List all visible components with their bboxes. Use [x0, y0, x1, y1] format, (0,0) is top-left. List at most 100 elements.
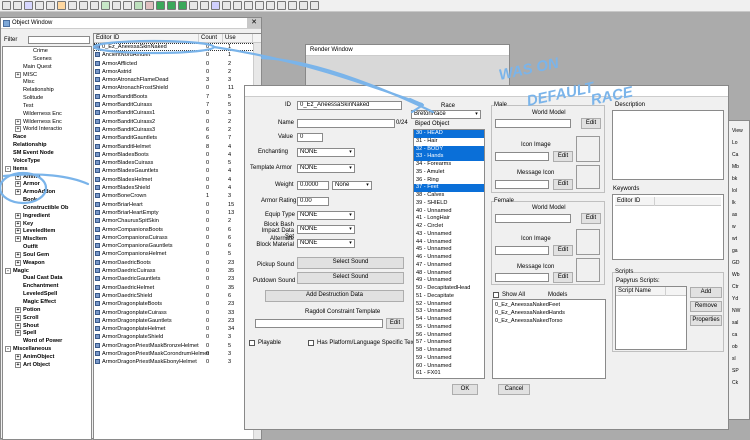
- biped-slot-item[interactable]: 61 - FX01: [414, 370, 484, 378]
- expand-icon[interactable]: +: [15, 118, 21, 125]
- tree-item[interactable]: + Potion: [3, 306, 91, 315]
- enchanting-select[interactable]: NONE ▾: [297, 148, 355, 157]
- expand-icon[interactable]: +: [15, 314, 21, 321]
- female-world-model-field[interactable]: [495, 214, 571, 223]
- tree-item[interactable]: Race: [3, 134, 91, 142]
- female-icon-edit-button[interactable]: Edit: [553, 245, 573, 256]
- tree-item[interactable]: + Armor: [3, 181, 91, 189]
- table-row[interactable]: ArmorDragonPriestMaskCorondrumHelmet 0 3: [94, 350, 261, 358]
- male-icon-image-field[interactable]: [495, 152, 549, 161]
- biped-slot-item[interactable]: 52 - Unnamed: [414, 301, 484, 309]
- tree-item[interactable]: Book: [3, 197, 91, 205]
- table-row[interactable]: ArmorBanditHelmet 8 4: [94, 143, 261, 151]
- biped-slot-item[interactable]: 44 - Unnamed: [414, 239, 484, 247]
- equip-type-select[interactable]: NONE ▾: [297, 211, 355, 220]
- male-message-icon-field[interactable]: [495, 180, 549, 189]
- biped-slot-item[interactable]: 49 - Unnamed: [414, 277, 484, 285]
- expand-icon[interactable]: +: [15, 236, 21, 243]
- biped-slot-item[interactable]: 48 - Unnamed: [414, 270, 484, 278]
- biped-slot-item[interactable]: 30 - HEAD: [414, 130, 484, 138]
- biped-slot-item[interactable]: 58 - Unnamed: [414, 347, 484, 355]
- remove-script-button[interactable]: Remove: [690, 301, 722, 312]
- keywords-list[interactable]: Editor ID: [612, 194, 724, 260]
- table-row[interactable]: ArmorDragonPriestMaskBronzeHelmet 0 5: [94, 342, 261, 350]
- table-row[interactable]: ArmorAtronachFrostShield 0 11: [94, 84, 261, 92]
- biped-slot-item[interactable]: 43 - Unnamed: [414, 231, 484, 239]
- keywords-header[interactable]: Editor ID: [615, 197, 721, 206]
- scripts-list[interactable]: Script Name: [615, 286, 687, 350]
- toolbar-button-icon[interactable]: [233, 1, 242, 10]
- armor-rating-field[interactable]: 0.00: [297, 197, 329, 206]
- female-world-model-edit-button[interactable]: Edit: [581, 213, 601, 224]
- table-row[interactable]: ArmorAfflicted 0 2: [94, 60, 261, 68]
- models-list[interactable]: 0_Ez_AneessaNakedFeet 0_Ez_AneessaNakedHa…: [492, 299, 606, 379]
- add-destruction-data-button[interactable]: Add Destruction Data: [265, 290, 404, 302]
- biped-slot-item[interactable]: 60 - Unnamed: [414, 363, 484, 371]
- script-properties-button[interactable]: Properties: [690, 315, 722, 326]
- alternate-block-select[interactable]: NONE ▾: [297, 239, 355, 248]
- biped-slot-item[interactable]: 51 - Decapitate: [414, 293, 484, 301]
- toolbar-button-icon[interactable]: [35, 1, 44, 10]
- biped-slot-item[interactable]: 42 - Circlet: [414, 223, 484, 231]
- add-script-button[interactable]: Add: [690, 287, 722, 298]
- collapse-icon[interactable]: -: [5, 267, 11, 274]
- table-row[interactable]: ArmorDragonPriestMaskEbonyHelmet 0 3: [94, 358, 261, 366]
- expand-icon[interactable]: +: [15, 228, 21, 235]
- scripts-header[interactable]: Script Name: [616, 287, 686, 296]
- table-row[interactable]: ArmorDragonplateHelmet 0 34: [94, 325, 261, 333]
- expand-icon[interactable]: +: [15, 251, 21, 258]
- template-armor-select[interactable]: NONE ▾: [297, 164, 355, 173]
- model-item[interactable]: 0_Ez_AneessaNakedFeet: [495, 301, 603, 309]
- collapse-icon[interactable]: -: [5, 165, 11, 172]
- tree-item[interactable]: + Spell: [3, 330, 91, 338]
- right-side-window[interactable]: View Lo Ca Mb bk lol lk as w wt ga GD Wb Ctr Yd NW sal ca…: [728, 120, 750, 420]
- toolbar-button-icon[interactable]: [266, 1, 275, 10]
- tree-item[interactable]: Relationship: [3, 142, 91, 150]
- expand-icon[interactable]: +: [15, 212, 21, 219]
- toolbar-button-icon[interactable]: [277, 1, 286, 10]
- expand-icon[interactable]: +: [15, 330, 21, 337]
- tree-item[interactable]: + Soul Gem: [3, 251, 91, 260]
- toolbar-button-icon[interactable]: [134, 1, 143, 10]
- biped-slot-item[interactable]: 45 - Unnamed: [414, 246, 484, 254]
- table-row[interactable]: ArmorDaedricCuirass 0 35: [94, 267, 261, 275]
- tree-item[interactable]: Scenes: [3, 56, 91, 64]
- toolbar-button-icon[interactable]: [90, 1, 99, 10]
- tree-item[interactable]: + World Interactio: [3, 126, 91, 134]
- ragdoll-edit-button[interactable]: Edit: [386, 318, 404, 329]
- tree-item[interactable]: Word of Power: [3, 338, 91, 346]
- object-list-header[interactable]: Editor ID Count Use: [94, 34, 261, 43]
- table-row[interactable]: ArmorDragonplateCuirass 0 33: [94, 309, 261, 317]
- table-row[interactable]: ArmorDaedricHelmet 0 35: [94, 284, 261, 292]
- tree-item[interactable]: Constructible Ob: [3, 205, 91, 213]
- close-icon[interactable]: ✕: [247, 18, 261, 28]
- tree-item[interactable]: VoiceType: [3, 158, 91, 166]
- female-message-icon-field[interactable]: [495, 273, 549, 282]
- tree-item[interactable]: + ArmoAddon: [3, 189, 91, 197]
- female-message-icon-edit-button[interactable]: Edit: [553, 272, 573, 283]
- toolbar-button-icon[interactable]: [211, 1, 220, 10]
- toolbar-button-icon[interactable]: [145, 1, 154, 10]
- tree-item[interactable]: - Miscellaneous: [3, 346, 91, 354]
- table-row[interactable]: ArmorCompanionsGauntlets 0 6: [94, 242, 261, 250]
- expand-icon[interactable]: +: [15, 181, 21, 188]
- tree-item[interactable]: + Ammo: [3, 173, 91, 182]
- tree-item[interactable]: Magic Effect: [3, 299, 91, 307]
- toolbar-button-icon[interactable]: [167, 1, 176, 10]
- male-world-model-field[interactable]: [495, 119, 571, 128]
- biped-object-list[interactable]: 30 - HEAD 31 - Hair 32 - BODY 33 - Hands 34 …: [413, 129, 485, 379]
- column-script-name[interactable]: Script Name: [616, 287, 666, 296]
- table-row[interactable]: ArmorChaurusSpitSkin 0 2: [94, 217, 261, 225]
- tree-item[interactable]: Misc: [3, 79, 91, 87]
- object-list[interactable]: Editor ID Count Use 0_Ez_AneessaSkinNake…: [93, 33, 262, 440]
- table-row[interactable]: ArmorBladesGauntlets 0 4: [94, 167, 261, 175]
- table-row[interactable]: ArmorBanditCuirass 7 5: [94, 101, 261, 109]
- tree-item[interactable]: Main Quest: [3, 64, 91, 72]
- table-row[interactable]: ArmorDragonplateShield 0 3: [94, 333, 261, 341]
- tree-item[interactable]: Solitude: [3, 95, 91, 103]
- tree-item[interactable]: + LeveledItem: [3, 228, 91, 236]
- tree-item[interactable]: Dual Cast Data: [3, 275, 91, 283]
- expand-icon[interactable]: +: [15, 189, 21, 196]
- table-row[interactable]: ArmorBriarHeart 0 15: [94, 201, 261, 209]
- render-window-titlebar[interactable]: Render Window: [306, 45, 509, 56]
